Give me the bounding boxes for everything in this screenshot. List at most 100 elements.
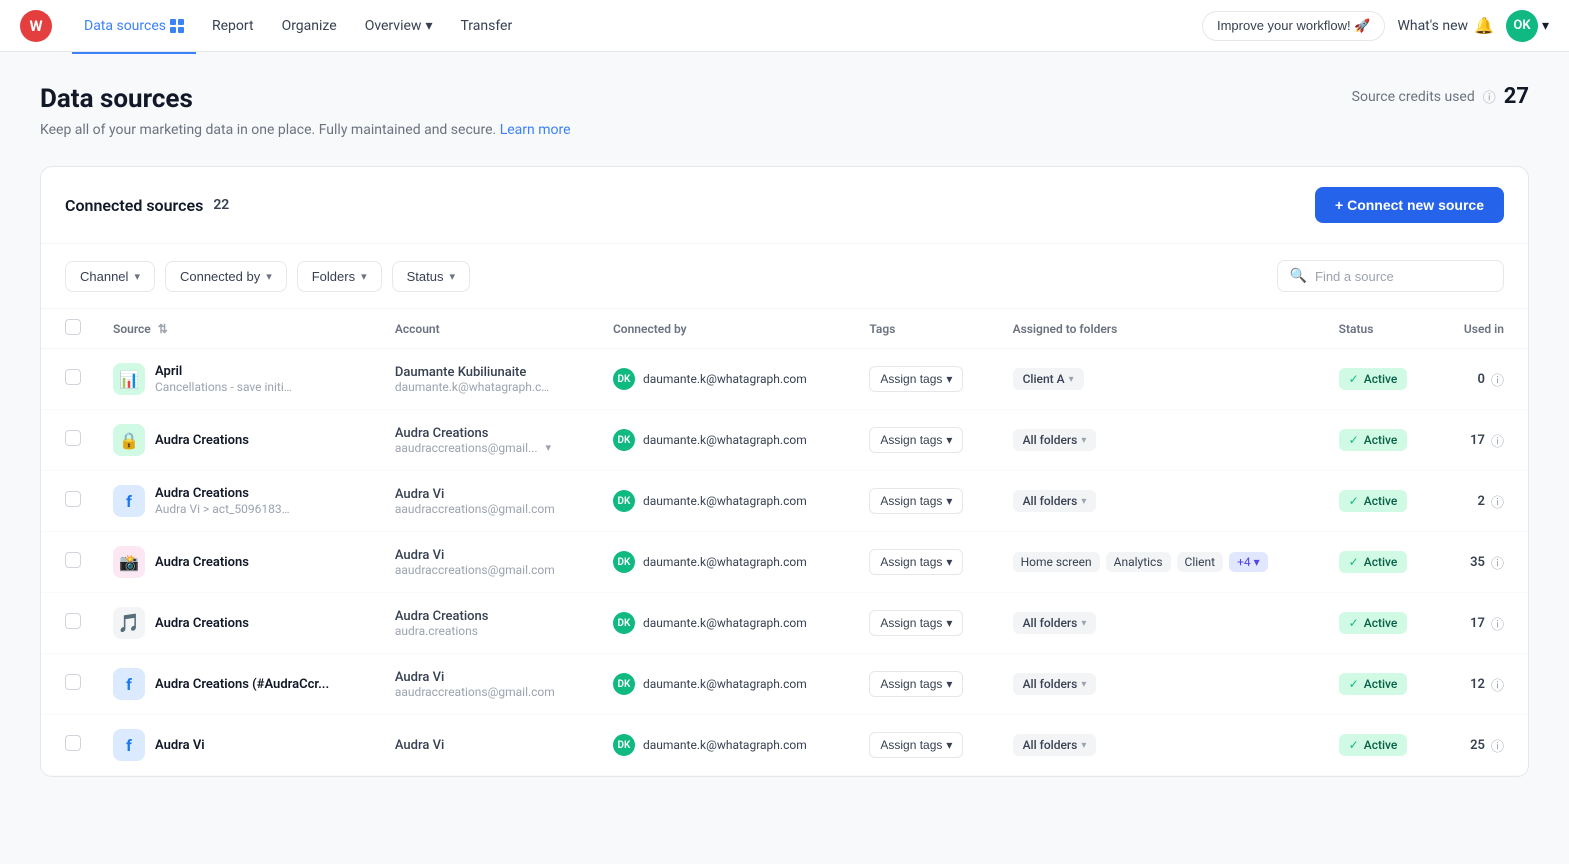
used-in-cell: 12 ⓘ xyxy=(1453,675,1504,694)
connected-by-filter[interactable]: Connected by ▾ xyxy=(165,261,287,292)
account-cell: Audra Vi aaudraccreations@gmail.com xyxy=(379,471,597,532)
folder-name: All folders xyxy=(1023,738,1078,752)
connected-by-email: daumante.k@whatagraph.com xyxy=(643,555,807,569)
connected-by-email: daumante.k@whatagraph.com xyxy=(643,494,807,508)
source-col-header: Source ⇅ xyxy=(97,309,379,349)
account-name: Audra Creations xyxy=(395,609,581,624)
connected-by-cell: DK daumante.k@whatagraph.com xyxy=(613,490,837,512)
select-all-checkbox[interactable] xyxy=(65,319,81,335)
folder-chevron-icon: ▾ xyxy=(1081,679,1086,690)
status-label: Active xyxy=(1364,738,1398,752)
row-checkbox[interactable] xyxy=(65,369,81,385)
source-sort-icon[interactable]: ⇅ xyxy=(158,322,168,336)
assign-tags-button[interactable]: Assign tags ▾ xyxy=(869,610,963,636)
table-row: 🔒 Audra Creations Audra Creations aaudra… xyxy=(41,410,1528,471)
assign-tags-button[interactable]: Assign tags ▾ xyxy=(869,671,963,697)
nav-transfer[interactable]: Transfer xyxy=(448,12,524,40)
avatar[interactable]: OK xyxy=(1506,10,1538,42)
assign-tags-label: Assign tags xyxy=(880,433,942,447)
expand-account-icon[interactable]: ▾ xyxy=(545,441,551,454)
connect-new-source-button[interactable]: + Connect new source xyxy=(1315,187,1504,223)
sources-table: Source ⇅ Account Connected by Tags Assig… xyxy=(41,309,1528,776)
source-name: April xyxy=(155,364,295,379)
organize-label: Organize xyxy=(282,18,337,34)
row-checkbox[interactable] xyxy=(65,491,81,507)
app-logo[interactable]: W xyxy=(20,10,52,42)
table-row: 📸 Audra Creations Audra Vi aaudraccreati… xyxy=(41,532,1528,593)
more-tags-button[interactable]: +4 ▾ xyxy=(1229,552,1268,572)
used-info-icon[interactable]: ⓘ xyxy=(1491,736,1504,755)
folder-badge[interactable]: All folders ▾ xyxy=(1013,429,1097,451)
assign-tags-chevron: ▾ xyxy=(946,555,952,569)
source-name: Audra Creations xyxy=(155,486,295,501)
folders-filter-label: Folders xyxy=(312,269,355,284)
credits-area: Source credits used ⓘ 27 xyxy=(1352,84,1529,109)
used-info-icon[interactable]: ⓘ xyxy=(1491,553,1504,572)
used-info-icon[interactable]: ⓘ xyxy=(1491,492,1504,511)
status-check-icon: ✓ xyxy=(1349,433,1359,447)
channel-filter[interactable]: Channel ▾ xyxy=(65,261,155,292)
folder-tag: Home screen xyxy=(1013,552,1100,572)
folder-badge[interactable]: All folders ▾ xyxy=(1013,734,1097,756)
learn-more-link[interactable]: Learn more xyxy=(500,122,571,138)
folder-badge[interactable]: All folders ▾ xyxy=(1013,490,1097,512)
row-checkbox[interactable] xyxy=(65,430,81,446)
whats-new-label: What's new xyxy=(1397,18,1468,34)
search-input[interactable] xyxy=(1315,269,1491,284)
connected-by-avatar: DK xyxy=(613,368,635,390)
row-checkbox[interactable] xyxy=(65,613,81,629)
row-checkbox[interactable] xyxy=(65,552,81,568)
credits-info-icon[interactable]: ⓘ xyxy=(1483,87,1496,106)
status-label: Active xyxy=(1364,372,1398,386)
connected-by-cell: DK daumante.k@whatagraph.com xyxy=(613,612,837,634)
used-count: 25 xyxy=(1470,738,1485,753)
status-filter[interactable]: Status ▾ xyxy=(392,261,470,292)
nav-organize[interactable]: Organize xyxy=(270,12,349,40)
notification-bell-icon[interactable]: 🔔 xyxy=(1474,16,1494,35)
row-checkbox[interactable] xyxy=(65,674,81,690)
used-info-icon[interactable]: ⓘ xyxy=(1491,431,1504,450)
used-count: 17 xyxy=(1470,616,1485,631)
assign-tags-button[interactable]: Assign tags ▾ xyxy=(869,488,963,514)
whats-new-button[interactable]: What's new 🔔 xyxy=(1397,16,1494,35)
source-info: Audra Creations Audra Vi > act_509618380… xyxy=(155,486,295,516)
account-name: Audra Vi xyxy=(395,738,581,753)
connected-by-filter-label: Connected by xyxy=(180,269,260,284)
assign-tags-label: Assign tags xyxy=(880,616,942,630)
nav-data-sources[interactable]: Data sources xyxy=(72,12,196,40)
used-info-icon[interactable]: ⓘ xyxy=(1491,614,1504,633)
nav-report[interactable]: Report xyxy=(200,12,266,40)
account-cell: Audra Vi aaudraccreations@gmail.com xyxy=(379,654,597,715)
folder-badge[interactable]: All folders ▾ xyxy=(1013,612,1097,634)
select-all-col xyxy=(41,309,97,349)
account-name: Audra Creations xyxy=(395,426,581,441)
connected-by-cell: DK daumante.k@whatagraph.com xyxy=(613,429,837,451)
nav-right-actions: Improve your workflow! 🚀 What's new 🔔 OK… xyxy=(1202,10,1549,42)
assign-tags-label: Assign tags xyxy=(880,738,942,752)
user-menu[interactable]: OK ▾ xyxy=(1506,10,1549,42)
account-email: audra.creations xyxy=(395,624,555,638)
row-checkbox[interactable] xyxy=(65,735,81,751)
tags-col-header: Tags xyxy=(853,309,996,349)
sources-count: 22 xyxy=(213,197,229,213)
connected-by-email: daumante.k@whatagraph.com xyxy=(643,372,807,386)
assign-tags-button[interactable]: Assign tags ▾ xyxy=(869,549,963,575)
folder-chevron-icon: ▾ xyxy=(1081,496,1086,507)
overview-label: Overview xyxy=(365,18,422,34)
nav-overview[interactable]: Overview ▾ xyxy=(353,12,445,40)
status-check-icon: ✓ xyxy=(1349,494,1359,508)
assign-tags-button[interactable]: Assign tags ▾ xyxy=(869,427,963,453)
source-icon: 📊 xyxy=(113,363,145,395)
connected-by-email: daumante.k@whatagraph.com xyxy=(643,738,807,752)
folder-badge[interactable]: Client A ▾ xyxy=(1013,368,1084,390)
folder-badge[interactable]: All folders ▾ xyxy=(1013,673,1097,695)
workflow-button[interactable]: Improve your workflow! 🚀 xyxy=(1202,11,1385,41)
folders-filter[interactable]: Folders ▾ xyxy=(297,261,382,292)
assign-tags-button[interactable]: Assign tags ▾ xyxy=(869,366,963,392)
assign-tags-button[interactable]: Assign tags ▾ xyxy=(869,732,963,758)
folder-chevron-icon: ▾ xyxy=(1081,618,1086,629)
used-info-icon[interactable]: ⓘ xyxy=(1491,675,1504,694)
source-name: Audra Creations xyxy=(155,555,249,570)
status-badge: ✓ Active xyxy=(1339,551,1408,573)
used-info-icon[interactable]: ⓘ xyxy=(1491,370,1504,389)
